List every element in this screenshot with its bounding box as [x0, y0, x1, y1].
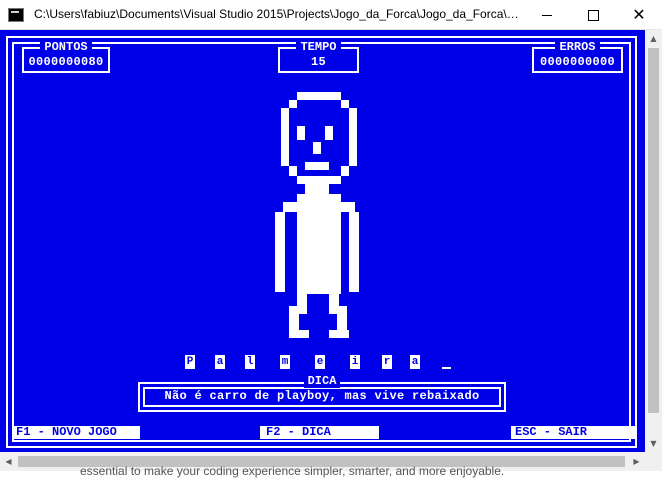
word-letter-3: l	[245, 355, 255, 369]
menu-novo-jogo[interactable]: F1 - NOVO JOGO	[12, 426, 140, 439]
vertical-scrollbar[interactable]: ▲ ▼	[645, 30, 662, 452]
erros-box: ERROS 0000000000	[532, 40, 623, 73]
left-eye	[297, 126, 305, 140]
right-arm	[349, 212, 359, 292]
pontos-label: PONTOS	[40, 40, 92, 54]
left-foot	[289, 330, 309, 338]
hint-label: DICA	[303, 374, 341, 388]
console-area: PONTOS 0000000080 TEMPO 15 ERROS 0000000…	[0, 30, 645, 452]
erros-label: ERROS	[555, 40, 600, 54]
word-letter-5: e	[315, 355, 325, 369]
head-top	[297, 92, 341, 100]
minimize-button[interactable]	[524, 0, 570, 30]
word-letter-2: a	[215, 355, 225, 369]
console-app-icon	[8, 8, 24, 22]
word-letter-6: i	[350, 355, 360, 369]
word-blank	[442, 367, 451, 369]
menu-dica[interactable]: F2 - DICA	[260, 426, 379, 439]
hint-box: DICA Não é carro de playboy, mas vive re…	[138, 374, 506, 412]
scroll-up-icon[interactable]: ▲	[645, 30, 662, 47]
scroll-down-icon[interactable]: ▼	[645, 435, 662, 452]
scrollbar-corner	[645, 452, 662, 471]
head-left	[281, 108, 289, 166]
menu-sair[interactable]: ESC - SAIR	[511, 426, 635, 439]
head-bottom-right	[341, 166, 349, 176]
tempo-value: 15	[310, 55, 326, 69]
erros-value: 0000000000	[539, 55, 615, 69]
vertical-scroll-thumb[interactable]	[648, 48, 659, 413]
right-foot	[329, 330, 349, 338]
pontos-value: 0000000080	[28, 55, 104, 69]
background-window-text: essential to make your coding experience…	[80, 464, 505, 478]
word-letter-1: P	[185, 355, 195, 369]
tempo-box: TEMPO 15	[278, 40, 359, 73]
close-button[interactable]: ✕	[616, 0, 662, 30]
left-leg	[289, 306, 299, 330]
close-icon: ✕	[632, 5, 646, 24]
word-letter-7: r	[382, 355, 392, 369]
head-top-left	[289, 100, 297, 108]
hint-text: Não é carro de playboy, mas vive rebaixa…	[164, 389, 480, 403]
left-arm	[275, 212, 285, 292]
nose	[313, 142, 321, 154]
minimize-icon	[542, 14, 552, 16]
word-letter-8: a	[410, 355, 420, 369]
right-eye	[325, 126, 333, 140]
window-title: C:\Users\fabiuz\Documents\Visual Studio …	[34, 7, 522, 21]
head-top-right	[341, 100, 349, 108]
word-letter-4: m	[280, 355, 290, 369]
mouth	[305, 162, 329, 170]
neck	[305, 184, 329, 194]
head-chin	[297, 176, 341, 184]
right-leg	[337, 306, 347, 330]
scroll-right-icon[interactable]: ▶	[628, 453, 645, 470]
head-right	[349, 108, 357, 166]
title-bar: C:\Users\fabiuz\Documents\Visual Studio …	[0, 0, 662, 30]
pontos-box: PONTOS 0000000080	[22, 40, 110, 73]
maximize-button[interactable]	[570, 0, 616, 30]
head-bottom-left	[289, 166, 297, 176]
scroll-left-icon[interactable]: ◀	[0, 453, 17, 470]
torso	[297, 194, 341, 294]
tempo-label: TEMPO	[296, 40, 341, 54]
maximize-icon	[587, 9, 599, 21]
